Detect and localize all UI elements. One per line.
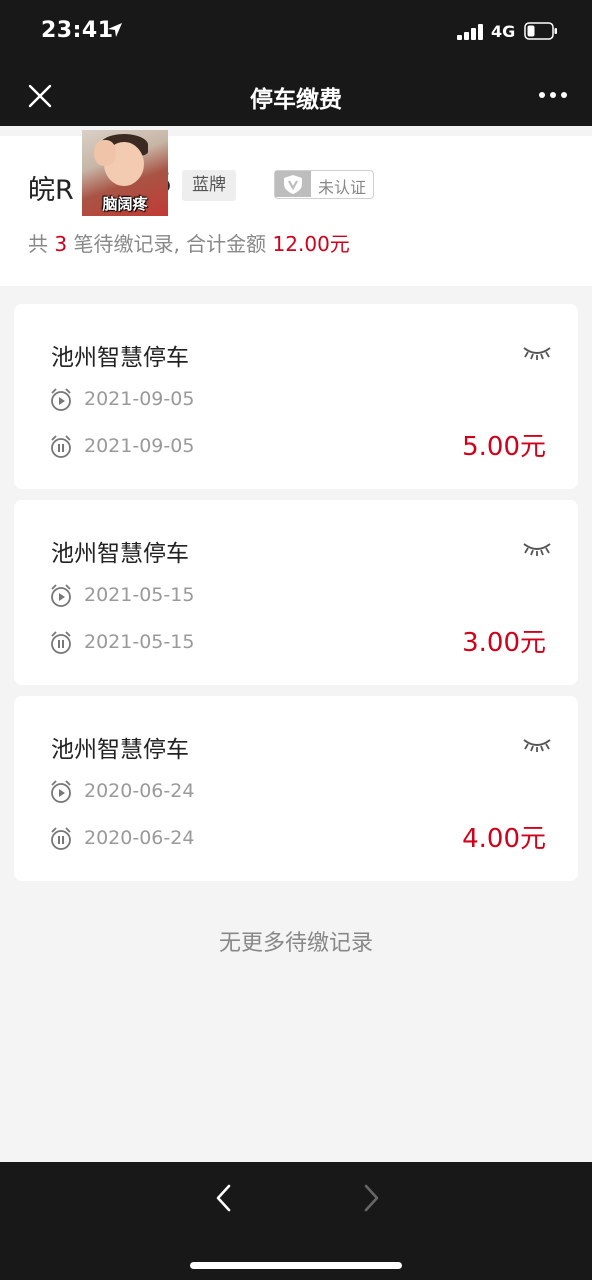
no-more-records: 无更多待缴记录 (218, 931, 373, 956)
verify-badge[interactable]: 未认证 (274, 170, 374, 199)
browser-toolbar (0, 1162, 592, 1280)
more-icon[interactable] (538, 91, 568, 99)
sticker-caption: 脑阔疼 (102, 195, 148, 213)
record-amount: 5.00元 (462, 432, 546, 462)
record-start-date: 2021-09-05 (84, 388, 195, 410)
back-arrow-icon[interactable] (213, 1183, 235, 1213)
eye-closed-icon[interactable] (522, 736, 552, 752)
summary-count: 3 (54, 232, 68, 256)
nav-bar: 停车缴费 (0, 64, 592, 126)
alarm-pause-icon (51, 631, 71, 654)
shield-v-icon (275, 171, 311, 197)
record-end-date: 2021-09-05 (84, 435, 195, 457)
status-bar: 23:41 4G (0, 0, 592, 64)
sticker-hand (94, 140, 116, 166)
record-title: 池州智慧停车 (51, 737, 189, 763)
eye-closed-icon[interactable] (522, 540, 552, 556)
record-amount: 3.00元 (462, 628, 546, 658)
record-card[interactable]: 池州智慧停车 2021-05-15 2021-05-15 3.00元 (14, 500, 578, 685)
plate-color-badge: 蓝牌 (182, 170, 236, 201)
alarm-pause-icon (51, 827, 71, 850)
home-indicator[interactable] (190, 1262, 402, 1269)
record-card[interactable]: 池州智慧停车 2021-09-05 2021-09-05 5.00元 (14, 304, 578, 489)
record-end-date: 2020-06-24 (84, 827, 195, 849)
summary-prefix: 共 (28, 232, 48, 256)
verify-label: 未认证 (318, 178, 367, 197)
page-title: 停车缴费 (250, 87, 342, 113)
record-end-date: 2021-05-15 (84, 631, 195, 653)
status-time: 23:41 (41, 18, 114, 43)
location-arrow-icon (108, 23, 122, 37)
plate-number: 皖R (28, 175, 74, 206)
summary-middle: 笔待缴记录, 合计金额 (73, 232, 267, 256)
network-label: 4G (491, 22, 516, 41)
record-start-date: 2021-05-15 (84, 584, 195, 606)
record-title: 池州智慧停车 (51, 345, 189, 371)
record-card[interactable]: 池州智慧停车 2020-06-24 2020-06-24 4.00元 (14, 696, 578, 881)
signal-icon (457, 24, 483, 40)
record-start-date: 2020-06-24 (84, 780, 195, 802)
record-amount: 4.00元 (462, 824, 546, 854)
alarm-play-icon (51, 780, 71, 803)
sticker-image: 脑阔疼 (82, 130, 168, 216)
forward-arrow-icon[interactable] (360, 1183, 382, 1213)
record-title: 池州智慧停车 (51, 541, 189, 567)
alarm-play-icon (51, 584, 71, 607)
eye-closed-icon[interactable] (522, 344, 552, 360)
pending-summary: 共 3 笔待缴记录, 合计金额 12.00元 (28, 228, 350, 257)
summary-total: 12.00元 (272, 232, 350, 256)
battery-icon (524, 22, 557, 40)
alarm-play-icon (51, 388, 71, 411)
alarm-pause-icon (51, 435, 71, 458)
